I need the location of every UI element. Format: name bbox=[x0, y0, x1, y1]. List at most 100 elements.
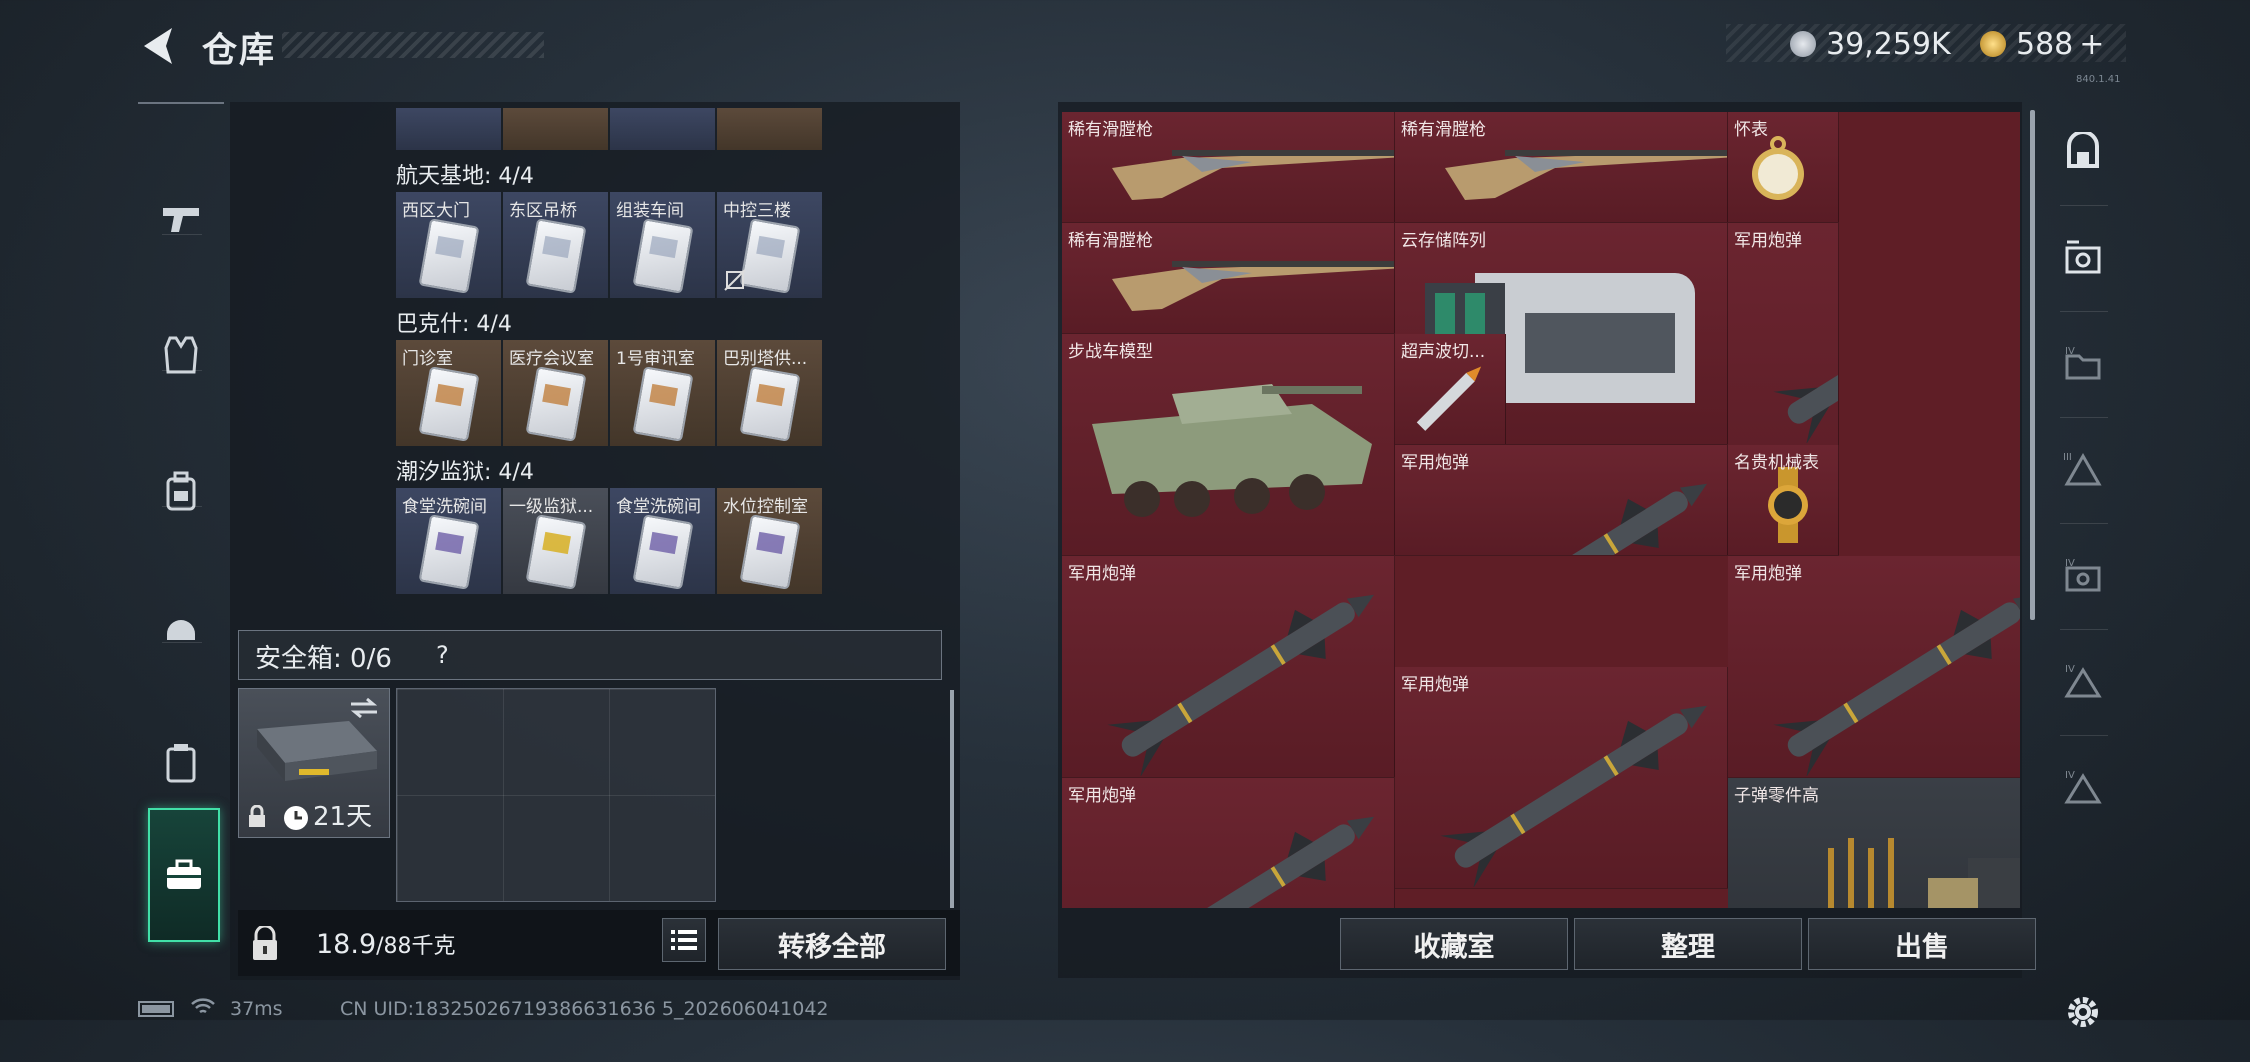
keycard-item[interactable]: 1号审讯室 bbox=[610, 340, 715, 446]
stash-scrollbar[interactable] bbox=[2030, 110, 2035, 620]
keycard-label: 食堂洗碗间 bbox=[402, 497, 487, 517]
ping: 37ms bbox=[230, 998, 283, 1020]
silver-currency: 39,259K bbox=[1790, 24, 1951, 64]
sell-button[interactable]: 出售 bbox=[1808, 918, 2036, 970]
safebox-help-button[interactable]: ? bbox=[436, 641, 449, 669]
keycard-label: 1号审讯室 bbox=[616, 349, 695, 369]
nav-helmet-icon[interactable] bbox=[138, 562, 224, 692]
transfer-all-button[interactable]: 转移全部 bbox=[718, 918, 946, 970]
add-gold-button[interactable]: + bbox=[2079, 27, 2104, 62]
keycard-icon bbox=[632, 366, 694, 442]
title-decoration bbox=[282, 32, 544, 58]
list-icon bbox=[671, 930, 697, 950]
keycard-item[interactable]: 组装车间 bbox=[610, 192, 715, 298]
stash-item-missile[interactable]: 军用炮弹 bbox=[1395, 445, 1728, 556]
safebox-label: 安全箱: 0/6 bbox=[255, 644, 392, 674]
stash-item-pen[interactable]: 超声波切... bbox=[1395, 334, 1506, 445]
container-nav-tag-box[interactable] bbox=[2040, 208, 2126, 308]
stash-item-label: 步战车模型 bbox=[1068, 342, 1153, 362]
stash-item-musket[interactable]: 稀有滑膛枪 bbox=[1062, 223, 1395, 334]
nav-pistol-icon[interactable] bbox=[138, 154, 224, 284]
briefcase-icon bbox=[167, 859, 201, 889]
collection-room-button[interactable]: 收藏室 bbox=[1340, 918, 1568, 970]
unavailable-icon bbox=[724, 269, 746, 291]
list-view-button[interactable] bbox=[662, 918, 706, 962]
box-iv-icon: IV bbox=[2065, 558, 2101, 592]
wristwatch-icon bbox=[1768, 467, 1808, 543]
missile-icon bbox=[1107, 594, 1374, 776]
page-title: 仓库 bbox=[202, 31, 277, 71]
keycard-item[interactable]: 食堂洗碗间 bbox=[396, 488, 501, 594]
back-arrow-icon[interactable] bbox=[138, 24, 182, 68]
lock-icon bbox=[249, 805, 265, 827]
keycard-item[interactable]: 门诊室 bbox=[396, 340, 501, 446]
container-nav-tag-iii[interactable]: III bbox=[2040, 420, 2126, 520]
stash-item-missile[interactable]: 军用炮弹 bbox=[1395, 667, 1728, 889]
weight-readout: 18.9/88千克 bbox=[316, 929, 456, 960]
svg-text:IV: IV bbox=[2065, 664, 2075, 675]
weight-lock-icon[interactable] bbox=[250, 926, 280, 962]
keycard-item[interactable]: 一级监狱... bbox=[503, 488, 608, 594]
stash-item-wristwatch[interactable]: 名贵机械表 bbox=[1728, 445, 1839, 556]
stash-item-label: 云存储阵列 bbox=[1401, 231, 1486, 251]
keycard-item[interactable]: 中控三楼 bbox=[717, 192, 822, 298]
keycard-item[interactable]: 水位控制室 bbox=[717, 488, 822, 594]
container-nav-box-iv[interactable]: IV bbox=[2040, 526, 2126, 626]
container-nav-bag[interactable] bbox=[2040, 102, 2126, 202]
keycard-item[interactable]: 东区吊桥 bbox=[503, 192, 608, 298]
keycard-icon bbox=[525, 218, 587, 294]
keycard-item[interactable]: 巴别塔供... bbox=[717, 340, 822, 446]
nav-briefcase-active[interactable] bbox=[148, 808, 220, 942]
stash-item-label: 军用炮弹 bbox=[1068, 786, 1136, 806]
safebox-case-item[interactable]: 21天 bbox=[238, 688, 390, 838]
container-nav-tag-iv[interactable]: IV bbox=[2040, 632, 2126, 732]
container-nav-settings[interactable] bbox=[2040, 962, 2126, 1062]
gold-coin-icon bbox=[1980, 31, 2006, 57]
stash-item-label: 军用炮弹 bbox=[1068, 564, 1136, 584]
keycard-item[interactable]: 医疗会议室 bbox=[503, 340, 608, 446]
ammo-icon bbox=[1828, 838, 2020, 908]
keycard-icon bbox=[739, 218, 801, 294]
stash-item-label: 军用炮弹 bbox=[1734, 231, 1802, 251]
stash-item-ammo[interactable]: 子弹零件高 bbox=[1728, 778, 2020, 908]
left-scrollbar[interactable] bbox=[950, 690, 954, 908]
build-tag: 840.1.41 bbox=[2076, 74, 2121, 85]
stash-item-missile[interactable]: 军用炮弹 bbox=[1728, 556, 2020, 778]
stash-item-musket[interactable]: 稀有滑膛枪 bbox=[1395, 112, 1728, 223]
silver-amount: 39,259K bbox=[1826, 26, 1951, 62]
keycard-label: 水位控制室 bbox=[723, 497, 808, 517]
keycard-item[interactable]: 食堂洗碗间 bbox=[610, 488, 715, 594]
gold-currency[interactable]: 588 + bbox=[1980, 24, 2104, 64]
missile-icon bbox=[1773, 269, 1838, 443]
keycard-icon bbox=[739, 366, 801, 442]
stash-item-label: 名贵机械表 bbox=[1734, 453, 1819, 473]
keycard-item[interactable]: 西区大门 bbox=[396, 192, 501, 298]
tank-icon bbox=[1092, 384, 1372, 517]
stash-item-missile[interactable]: 军用炮弹 bbox=[1062, 556, 1395, 778]
clock-icon bbox=[284, 806, 308, 830]
stash-item-label: 军用炮弹 bbox=[1401, 453, 1469, 473]
keycard-label: 东区吊桥 bbox=[509, 201, 577, 221]
stash-item-watch[interactable]: 怀表 bbox=[1728, 112, 1839, 223]
stash-item-musket[interactable]: 稀有滑膛枪 bbox=[1062, 112, 1395, 223]
keycard-icon bbox=[525, 366, 587, 442]
gold-amount: 588 bbox=[2016, 26, 2074, 62]
missile-icon bbox=[1440, 705, 1707, 887]
swap-icon[interactable] bbox=[349, 697, 379, 719]
key-row: 食堂洗碗间 一级监狱... 食堂洗碗间 水位控制室 bbox=[396, 488, 822, 594]
stash-item-label: 子弹零件高 bbox=[1734, 786, 1819, 806]
stash-item-tank[interactable]: 步战车模型 bbox=[1062, 334, 1395, 556]
nav-backpack-icon[interactable] bbox=[138, 426, 224, 556]
organize-button[interactable]: 整理 bbox=[1574, 918, 1802, 970]
nav-vest-icon[interactable] bbox=[138, 290, 224, 420]
container-nav-folder-iv[interactable]: IV bbox=[2040, 314, 2126, 414]
keycard-icon bbox=[418, 366, 480, 442]
key-row: 门诊室 医疗会议室 1号审讯室 巴别塔供... bbox=[396, 340, 822, 446]
safebox-grid[interactable] bbox=[396, 688, 716, 902]
stash-item-missile[interactable]: 军用炮弹 bbox=[1062, 778, 1395, 908]
container-nav-tag-iv[interactable]: IV bbox=[2040, 738, 2126, 838]
keycard-label: 食堂洗碗间 bbox=[616, 497, 701, 517]
container-nav: IV III IV IV IV bbox=[2040, 102, 2126, 1027]
tag-box-icon bbox=[2065, 240, 2101, 274]
key-row: 西区大门 东区吊桥 组装车间 中控三楼 bbox=[396, 192, 822, 298]
